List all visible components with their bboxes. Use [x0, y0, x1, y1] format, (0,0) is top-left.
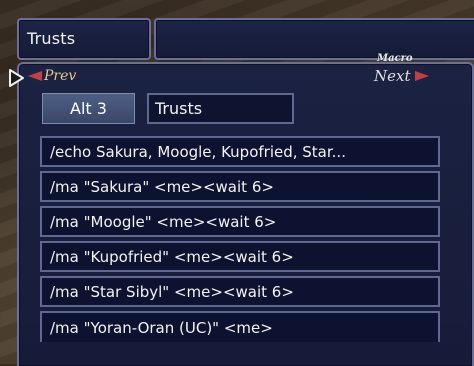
title-bar: Trusts — [17, 18, 474, 60]
right-arrow-icon — [414, 71, 429, 81]
macro-lines: /echo Sakura, Moogle, Kupofried, Star...… — [40, 136, 440, 346]
title-box: Trusts — [17, 18, 151, 60]
macro-set-name-field[interactable]: Trusts — [147, 93, 294, 124]
window-title: Trusts — [27, 29, 76, 48]
macro-line-1[interactable]: /echo Sakura, Moogle, Kupofried, Star... — [40, 136, 440, 167]
next-label: Next — [374, 67, 411, 85]
macro-set-name: Trusts — [155, 99, 203, 118]
title-bar-extension — [154, 18, 474, 60]
macro-set-tab-label: Alt 3 — [70, 99, 107, 118]
macro-line-5[interactable]: /ma "Star Sibyl" <me><wait 6> — [40, 276, 440, 307]
macro-line-4[interactable]: /ma "Kupofried" <me><wait 6> — [40, 241, 440, 272]
macro-line-2[interactable]: /ma "Sakura" <me><wait 6> — [40, 171, 440, 202]
macro-set-tab[interactable]: Alt 3 — [42, 93, 135, 124]
cursor-hand-icon — [9, 69, 24, 87]
macro-line-6[interactable]: /ma "Yoran-Oran (UC)" <me> — [40, 311, 440, 342]
macro-line-3[interactable]: /ma "Moogle" <me><wait 6> — [40, 206, 440, 237]
next-button[interactable]: Next — [374, 66, 429, 86]
prev-label: Prev — [44, 68, 77, 84]
macro-label: Macro — [377, 53, 413, 64]
prev-button[interactable]: Prev — [28, 66, 76, 86]
left-arrow-icon — [28, 71, 42, 81]
